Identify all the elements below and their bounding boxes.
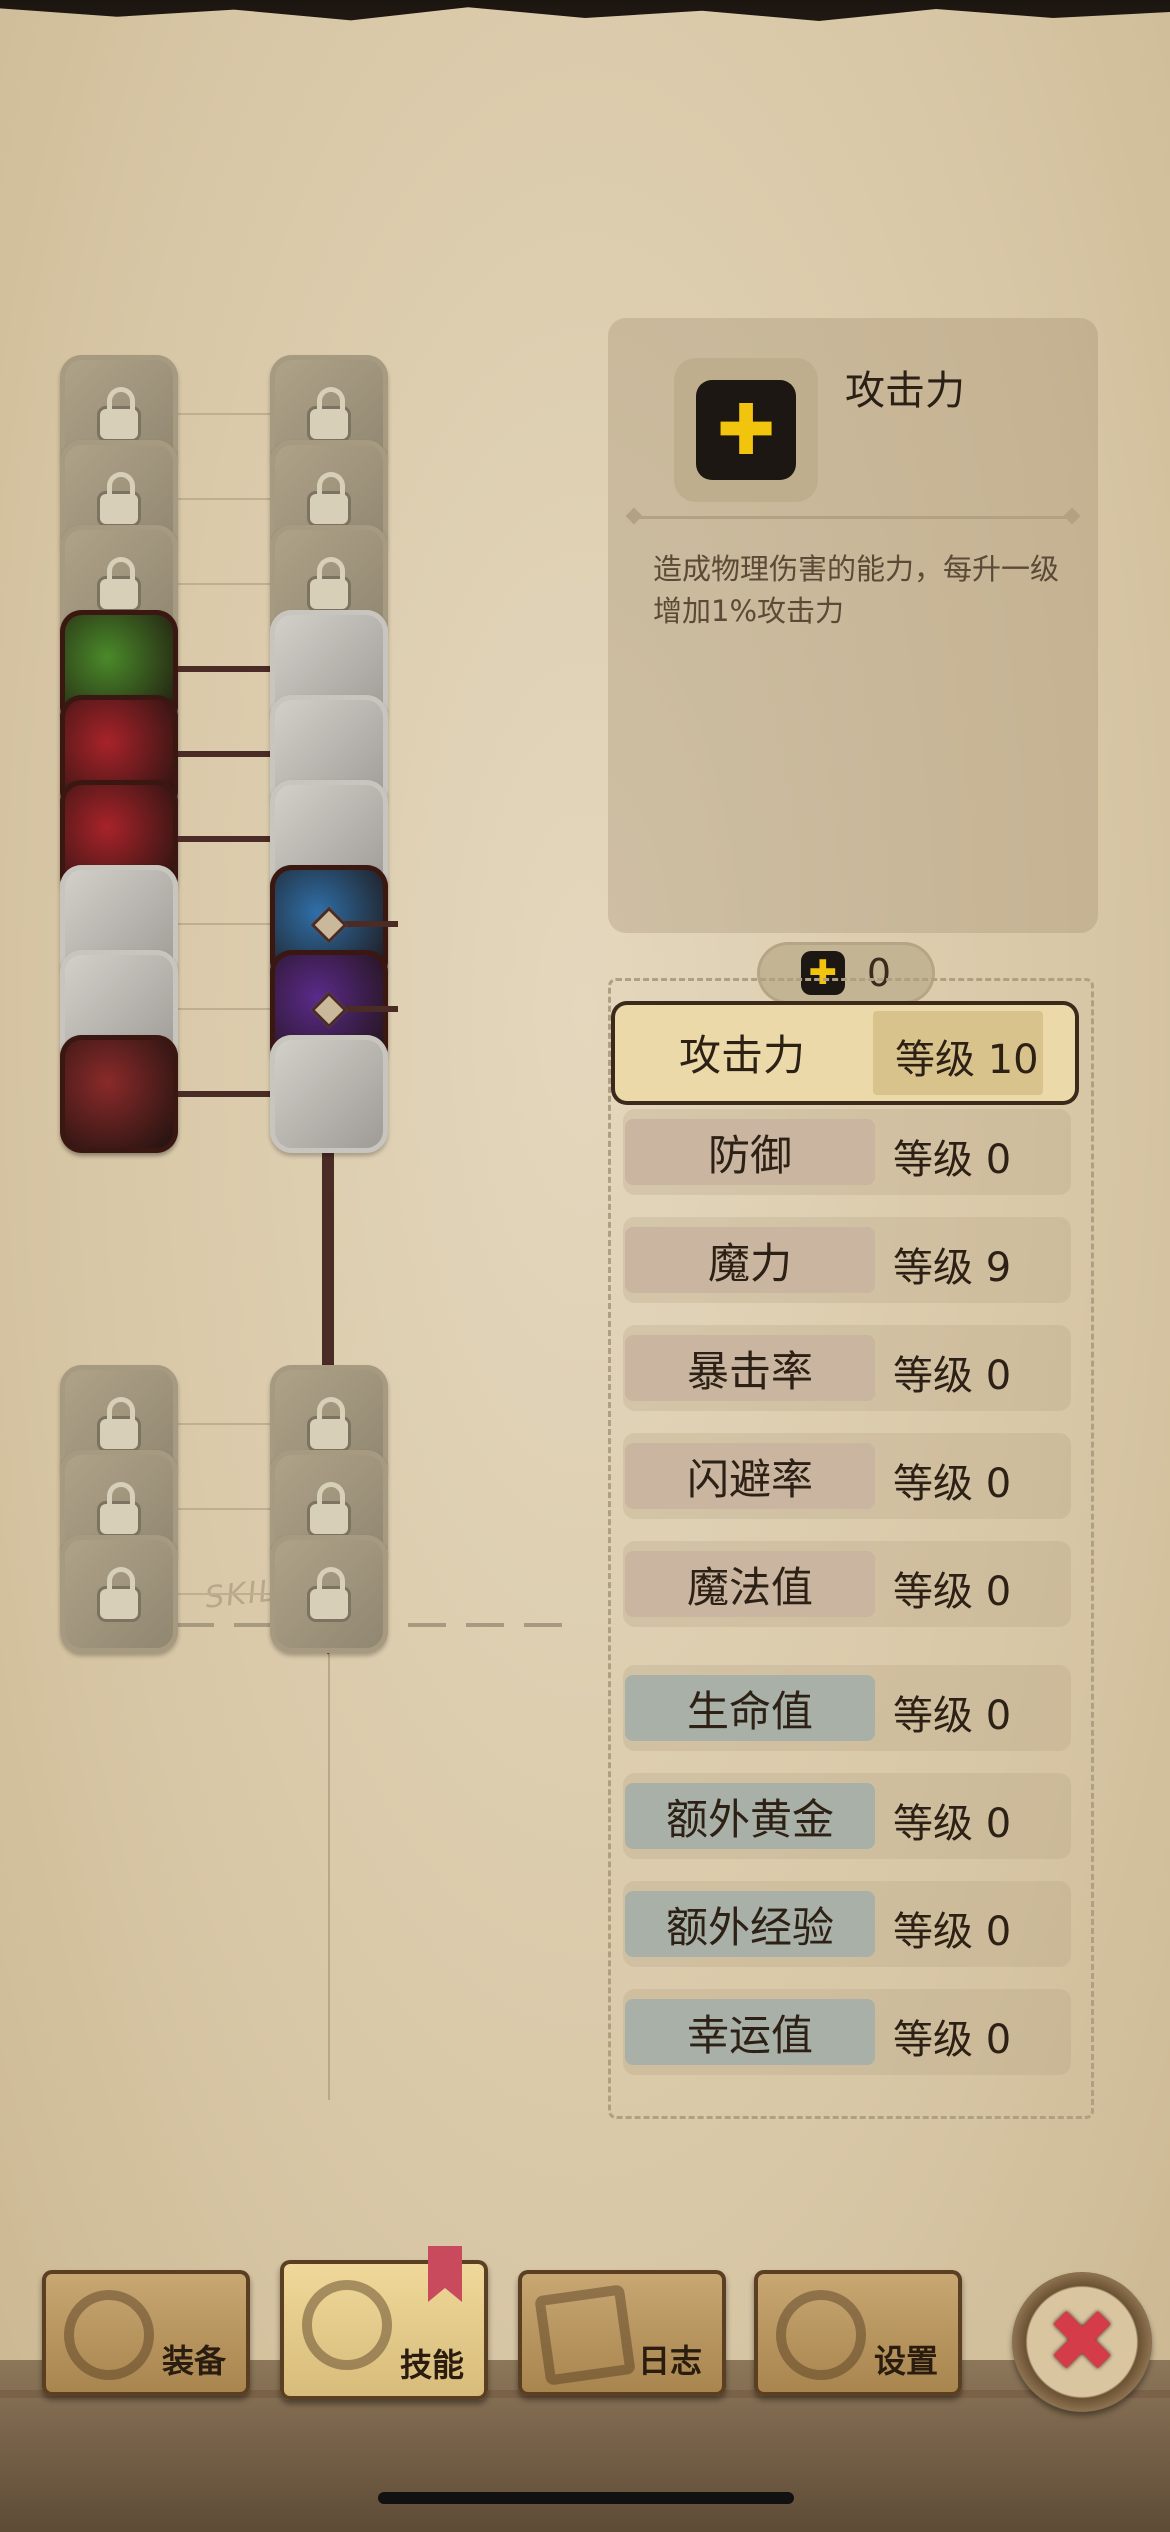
stat-level: 等级 0	[893, 1461, 1012, 1507]
stat-row-exp[interactable]: 额外经验 等级 0	[623, 1881, 1071, 1967]
stat-level: 等级 0	[893, 1693, 1012, 1739]
lock-icon	[100, 1567, 138, 1619]
stat-level: 等级 0	[893, 1353, 1012, 1399]
stat-level: 等级 0	[893, 1909, 1012, 1955]
nav-equipment-button[interactable]: 装备	[42, 2270, 250, 2396]
nav-label: 日志	[637, 2342, 702, 2380]
close-button[interactable]: ✖	[1012, 2272, 1152, 2412]
stat-name: 防御	[625, 1119, 875, 1185]
skill-slot-left-12[interactable]	[60, 1535, 178, 1653]
stat-name: 暴击率	[625, 1335, 875, 1401]
stats-list: 攻击力 等级 10 防御 等级 0 魔力 等级 9 暴击率 等级 0 闪避率 等…	[608, 978, 1094, 2119]
detail-description: 造成物理伤害的能力，每升一级增加1%攻击力	[653, 552, 1060, 628]
stat-name: 闪避率	[625, 1443, 875, 1509]
stat-row-magic[interactable]: 魔力 等级 9	[623, 1217, 1071, 1303]
lock-icon	[100, 557, 138, 609]
detail-icon-frame: ✚	[674, 358, 818, 502]
skill-detail-panel: ✚ 攻击力 造成物理伤害的能力，每升一级增加1%攻击力	[608, 318, 1098, 933]
stat-level: 等级 0	[893, 1569, 1012, 1615]
stat-row-hp[interactable]: 生命值 等级 0	[623, 1665, 1071, 1751]
nav-label: 技能	[399, 2346, 464, 2384]
stat-row-defense[interactable]: 防御 等级 0	[623, 1109, 1071, 1195]
active-bookmark-icon	[428, 2246, 462, 2302]
stat-name: 攻击力	[678, 1030, 805, 1080]
stat-level: 等级 9	[893, 1245, 1012, 1291]
plus-icon: ✚	[696, 380, 796, 480]
stat-name: 额外黄金	[625, 1783, 875, 1849]
stat-level: 等级 0	[893, 1137, 1012, 1183]
lock-icon	[100, 1482, 138, 1534]
stat-level: 等级 10	[895, 1037, 1039, 1083]
skill-tree: SKILL	[60, 340, 580, 2140]
stat-name: 魔力	[625, 1227, 875, 1293]
stat-level: 等级 0	[893, 1801, 1012, 1847]
stat-level: 等级 0	[893, 2017, 1012, 2063]
lock-icon	[100, 387, 138, 439]
nav-skills-button[interactable]: 技能	[280, 2246, 488, 2400]
stat-name: 生命值	[625, 1675, 875, 1741]
stat-row-luck[interactable]: 幸运值 等级 0	[623, 1989, 1071, 2075]
lock-icon	[100, 472, 138, 524]
home-indicator	[378, 2492, 794, 2504]
nav-journal-button[interactable]: 日志	[518, 2270, 726, 2396]
stat-name: 幸运值	[625, 1999, 875, 2065]
close-icon: ✖	[1045, 2292, 1119, 2392]
nav-label: 设置	[873, 2342, 938, 2380]
skill-slot-right-12[interactable]	[270, 1535, 388, 1653]
lock-icon	[310, 472, 348, 524]
journal-icon	[534, 2284, 636, 2386]
stat-name: 魔法值	[625, 1551, 875, 1617]
lock-icon	[310, 557, 348, 609]
lock-icon	[310, 387, 348, 439]
detail-divider	[628, 516, 1078, 519]
skill-slot-right-9[interactable]	[270, 1035, 388, 1153]
stat-name: 额外经验	[625, 1891, 875, 1957]
stat-row-mana[interactable]: 魔法值 等级 0	[623, 1541, 1071, 1627]
stat-row-dodge[interactable]: 闪避率 等级 0	[623, 1433, 1071, 1519]
axe-icon	[64, 2290, 154, 2380]
stat-row-gold[interactable]: 额外黄金 等级 0	[623, 1773, 1071, 1859]
nav-settings-button[interactable]: 设置	[754, 2270, 962, 2396]
torn-paper-edge	[0, 0, 1170, 21]
lock-icon	[310, 1397, 348, 1449]
lock-icon	[310, 1567, 348, 1619]
detail-title: 攻击力	[845, 368, 965, 414]
lock-icon	[100, 1397, 138, 1449]
nav-label: 装备	[161, 2342, 226, 2380]
stat-row-crit[interactable]: 暴击率 等级 0	[623, 1325, 1071, 1411]
stat-row-attack[interactable]: 攻击力 等级 10	[615, 1005, 1075, 1101]
gear-icon	[776, 2290, 866, 2380]
lock-icon	[310, 1482, 348, 1534]
skill-ring-icon	[302, 2280, 392, 2370]
skill-slot-left-9[interactable]	[60, 1035, 178, 1153]
